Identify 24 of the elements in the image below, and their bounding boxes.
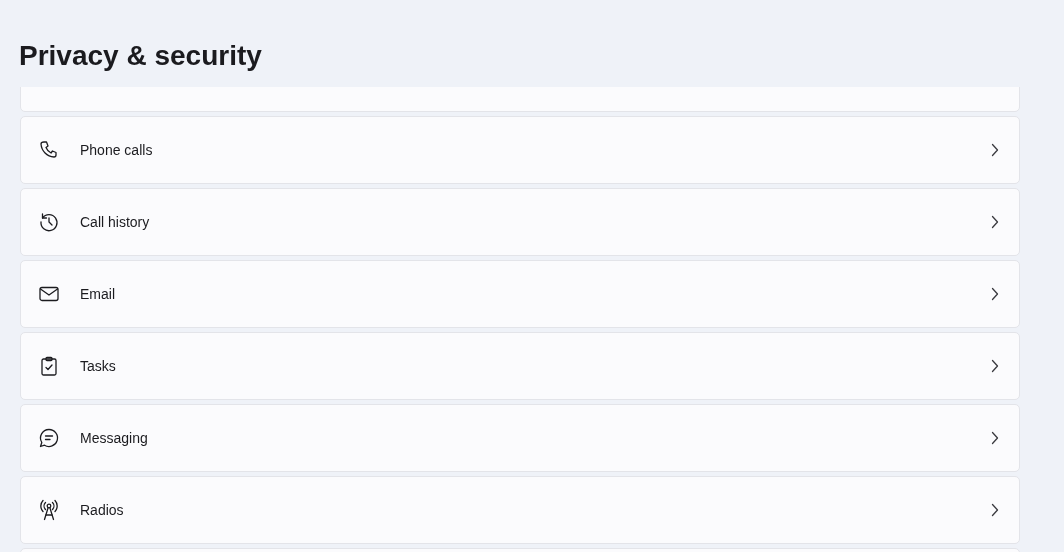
page-title: Privacy & security	[19, 39, 262, 73]
chevron-right-icon	[991, 431, 999, 445]
settings-row[interactable]: Phone calls	[20, 116, 1020, 184]
chevron-right-icon	[991, 359, 999, 373]
chat-bubble-icon	[38, 427, 60, 449]
chevron-right-icon	[991, 503, 999, 517]
chevron-right-icon	[991, 287, 999, 301]
chevron-right-icon	[991, 215, 999, 229]
row-label: Tasks	[80, 356, 117, 376]
settings-row[interactable]: Radios	[20, 476, 1020, 544]
row-label: Call history	[80, 212, 151, 232]
history-icon	[38, 211, 60, 233]
phone-icon	[38, 139, 60, 161]
row-label: Radios	[80, 500, 125, 520]
chevron-right-icon	[991, 143, 999, 157]
antenna-icon	[38, 499, 60, 521]
settings-row[interactable]: Messaging	[20, 404, 1020, 472]
settings-row[interactable]: Tasks	[20, 332, 1020, 400]
row-label: Phone calls	[80, 140, 154, 160]
clipboard-check-icon	[38, 355, 60, 377]
row-label: Email	[80, 284, 116, 304]
row-label: Messaging	[80, 428, 149, 448]
settings-row[interactable]: Call history	[20, 188, 1020, 256]
settings-row[interactable]: Email	[20, 260, 1020, 328]
